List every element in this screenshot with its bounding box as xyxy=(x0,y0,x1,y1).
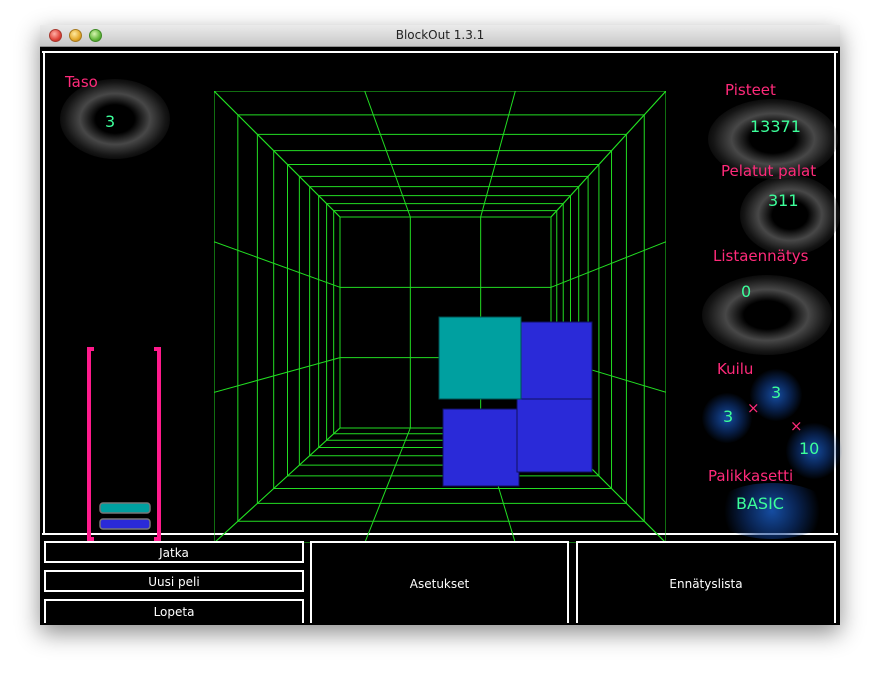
level-label: Taso xyxy=(65,73,98,91)
block-top-right xyxy=(520,321,593,400)
highscore-smoke-bg xyxy=(702,275,832,355)
block-bottom-left xyxy=(442,408,520,487)
quit-button[interactable]: Lopeta xyxy=(44,599,304,623)
pit-wall-line xyxy=(550,91,666,218)
block-bottom-right xyxy=(516,396,593,473)
pit-depth-value: 10 xyxy=(799,439,820,458)
pit-wall-line xyxy=(550,241,666,288)
pit-width-value: 3 xyxy=(723,407,734,426)
highscores-button[interactable]: Ennätyslista xyxy=(576,541,836,623)
blockset-value: BASIC xyxy=(736,494,784,513)
continue-label: Jatka xyxy=(159,546,189,560)
pit-3d-view[interactable] xyxy=(214,91,666,543)
pit-times-sign-2: × xyxy=(790,417,803,435)
new-game-label: Uusi peli xyxy=(148,575,200,589)
pit-wall-line xyxy=(364,427,411,543)
score-value: 13371 xyxy=(750,117,801,136)
pit-wall-line xyxy=(214,427,341,543)
gauge-left-bracket xyxy=(87,347,94,541)
pit-wall-line xyxy=(214,241,341,288)
continue-button[interactable]: Jatka xyxy=(44,541,304,563)
falling-piece xyxy=(438,316,593,487)
highscore-value: 0 xyxy=(741,282,752,301)
pit-times-sign-1: × xyxy=(747,399,760,417)
pit-wall-line xyxy=(214,357,341,393)
gauge-right-bracket xyxy=(154,347,161,541)
cubes-smoke-bg xyxy=(740,175,840,255)
highscores-label: Ennätyslista xyxy=(669,577,743,591)
new-game-button[interactable]: Uusi peli xyxy=(44,570,304,592)
pit-wall-line xyxy=(480,91,516,218)
window-title: BlockOut 1.3.1 xyxy=(395,28,485,42)
game-area: Taso 3 Pisteet 13371 Pelatut palat 311 L… xyxy=(40,47,842,625)
highscore-label: Listaennätys xyxy=(713,247,809,265)
game-window: BlockOut 1.3.1 Taso 3 Pisteet 13371 Pela… xyxy=(40,25,842,625)
pit-height-gauge xyxy=(87,347,161,541)
level-value: 3 xyxy=(105,112,116,131)
gauge-level-blue xyxy=(99,518,151,530)
pit-label: Kuilu xyxy=(717,360,754,378)
pit-wall-line xyxy=(364,91,411,218)
settings-button[interactable]: Asetukset xyxy=(310,541,569,623)
title-bar[interactable]: BlockOut 1.3.1 xyxy=(40,25,840,47)
score-label: Pisteet xyxy=(725,81,776,99)
cubes-played-label: Pelatut palat xyxy=(721,162,817,180)
gauge-level-cyan xyxy=(99,502,151,514)
block-top-left xyxy=(438,316,522,400)
cubes-played-value: 311 xyxy=(768,191,799,210)
pit-height-value: 3 xyxy=(771,383,782,402)
frame-border-left xyxy=(43,51,45,535)
settings-label: Asetukset xyxy=(409,577,470,591)
pit-wall-line xyxy=(214,91,341,218)
quit-label: Lopeta xyxy=(153,605,195,619)
frame-border-top xyxy=(42,51,838,53)
